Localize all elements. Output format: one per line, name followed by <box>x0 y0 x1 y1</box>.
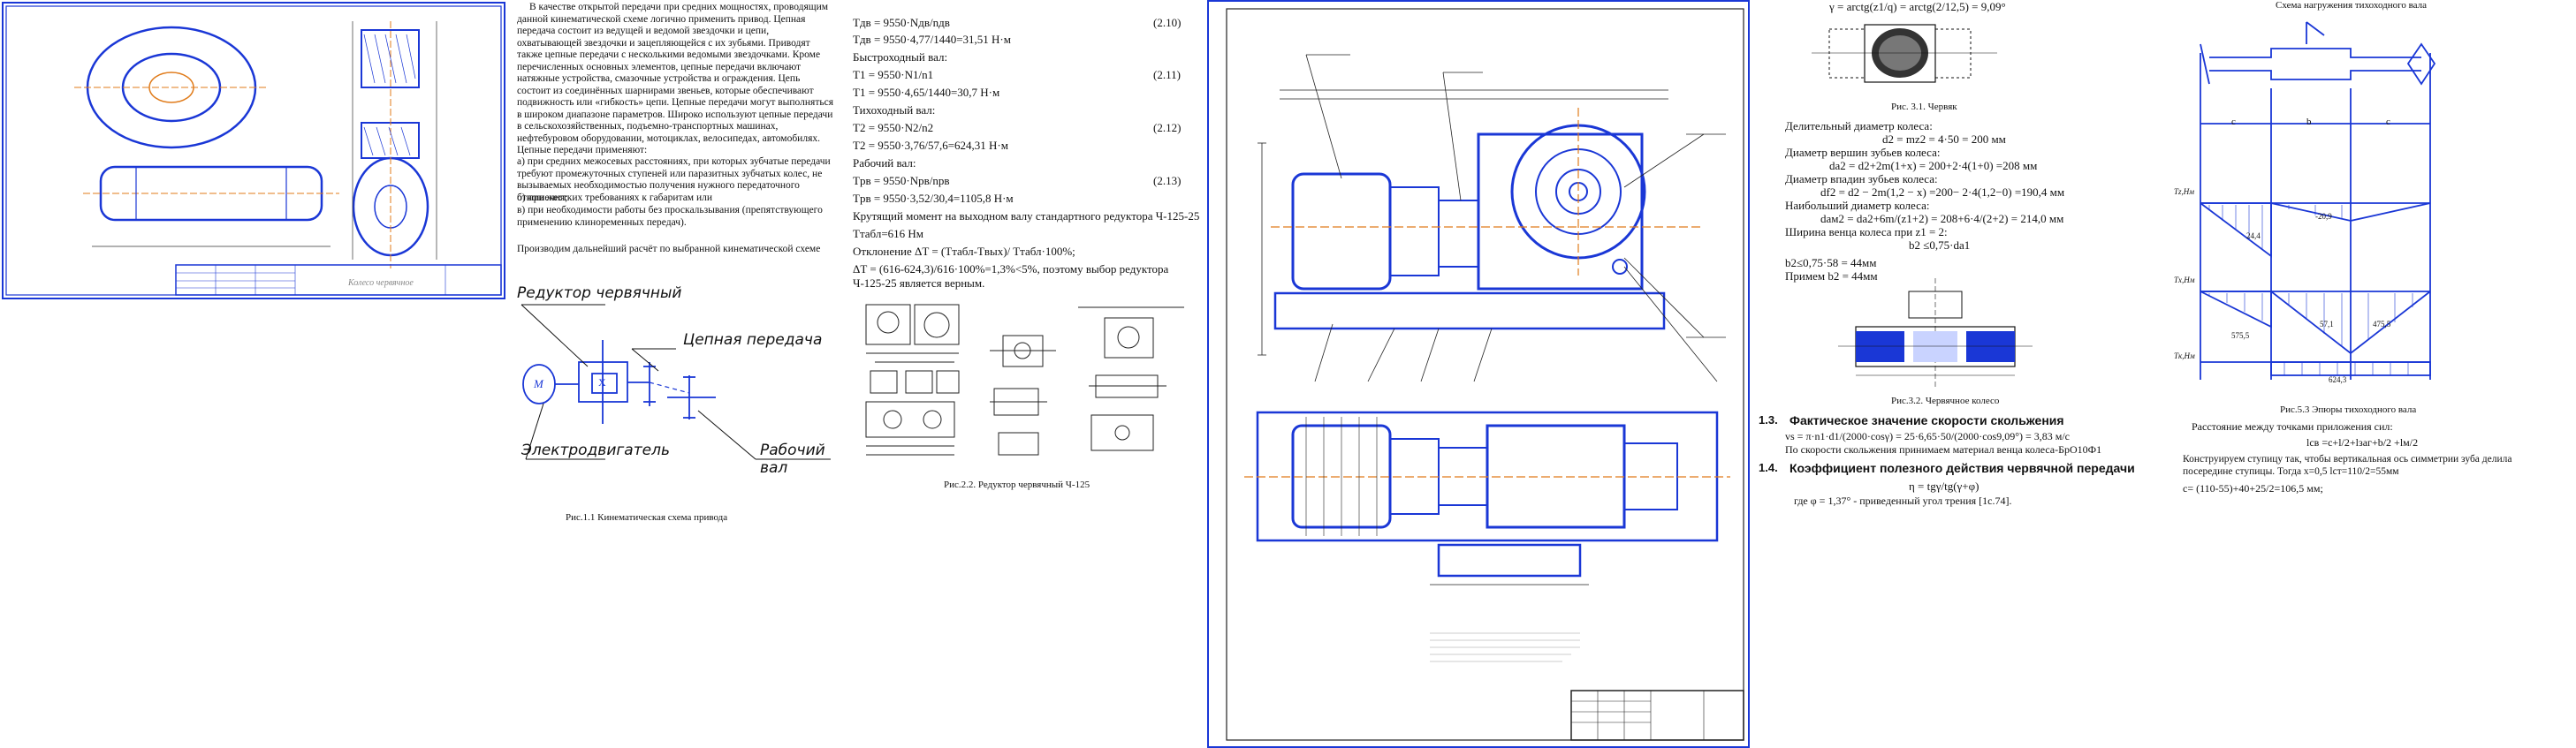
label-work-shaft: Рабочий вал <box>760 442 825 477</box>
calc-line: b2 ≤0,75·da1 <box>1909 238 1971 252</box>
panel-assembly-drawing <box>1207 0 1750 748</box>
moment-value: 624,3 <box>2329 375 2347 384</box>
figure-caption: Рис.2.2. Редуктор червячный Ч-125 <box>944 480 1090 490</box>
panel-torque-calculations: Tдв = 9550·Nдв/nдв (2.10) Tдв = 9550·4,7… <box>848 0 1200 565</box>
equation-number: (2.13) <box>1153 174 1182 187</box>
calc-line: c= (110-55)+40+25/2=106,5 мм; <box>2183 482 2323 495</box>
axis-label: Tк,Нм <box>2174 351 2195 360</box>
moment-value: 575,5 <box>2231 331 2250 340</box>
equation-number: (2.11) <box>1153 68 1181 81</box>
calc-line: ΔT = (616-624,3)/616·100%=1,3%<5%, поэто… <box>853 262 1169 290</box>
section-heading: Фактическое значение скорости скольжения <box>1790 413 2064 427</box>
calc-line: Tдв = 9550·4,77/1440=31,51 Н·м <box>853 33 1011 46</box>
moment-value: 24,4 <box>2246 231 2261 240</box>
text-paragraph: в) при необходимости работы без проскаль… <box>517 205 823 228</box>
calc-line: Диаметр вершин зубьев колеса: <box>1785 146 1941 159</box>
section-number: 1.3. <box>1759 413 1778 427</box>
label-motor-symbol: М <box>534 377 543 390</box>
load-diagrams <box>2200 21 2436 380</box>
calc-line: T1 = 9550·N1/n1 <box>853 68 934 81</box>
panel-worm-wheel-drawing: Колесо червячное <box>2 2 505 299</box>
label-reducer: Редуктор червячный <box>517 284 682 302</box>
calc-line: T1 = 9550·4,65/1440=30,7 Н·м <box>853 86 1000 99</box>
calc-line: Наибольший диаметр колеса: <box>1785 199 1930 212</box>
axis-label: Tz,Нм <box>2174 187 2195 196</box>
label-motor: Электродвигатель <box>521 442 670 459</box>
label-gear-symbol: X <box>598 376 606 389</box>
label-chain: Цепная передача <box>683 331 823 349</box>
worm-wheel-drawing <box>5 5 502 296</box>
figure-caption: Рис.3.2. Червячное колесо <box>1891 396 2000 406</box>
calc-line: Tрв = 9550·3,52/30,4=1105,8 Н·м <box>853 192 1014 205</box>
calc-line: T2 = 9550·N2/n2 <box>853 121 934 134</box>
calc-line: Делительный диаметр колеса: <box>1785 119 1933 132</box>
worm-figure <box>1812 24 1997 83</box>
moment-value: 475,5 <box>2373 320 2391 329</box>
figure-caption: Рис. 3.1. Червяк <box>1891 102 1957 112</box>
calc-line: Tдв = 9550·Nдв/nдв <box>853 16 950 29</box>
calc-line: d2 = mz2 = 4·50 = 200 мм <box>1882 132 2006 146</box>
section-heading: Коэффициент полезного действия червячной… <box>1790 461 2135 475</box>
calc-line: Ширина венца колеса при z1 = 2: <box>1785 225 1948 238</box>
axis-label: Tx,Нм <box>2174 276 2195 284</box>
panel-worm-gear-calculations: γ = arctg(z1/q) = arctg(2/12,5) = 9,09° … <box>1759 0 2165 565</box>
calc-line: Быстроходный вал: <box>853 50 948 64</box>
figure-caption: Рис.1.1 Кинематическая схема привода <box>566 512 728 523</box>
moment-value: -20,9 <box>2315 212 2332 221</box>
calc-line: Tтабл=616 Нм <box>853 227 924 240</box>
calc-line: Рабочий вал: <box>853 156 916 170</box>
calc-line: daм2 = da2+6m/(z1+2) = 208+6·4/(2+2) = 2… <box>1820 212 2064 225</box>
calc-line: η = tgγ/tg(γ+φ) <box>1909 480 1979 493</box>
calc-line: df2 = d2 − 2m(1,2 − x) =200− 2·4(1,2−0) … <box>1820 185 2065 199</box>
calc-line: Крутящий момент на выходном валу стандар… <box>853 209 1200 223</box>
panel-kinematic-scheme: В качестве открытой передачи при средних… <box>517 0 840 565</box>
calc-line: Диаметр впадин зубьев колеса: <box>1785 172 1938 185</box>
calc-line: Отклонение ΔT = (Tтабл-Tвых)/ Tтабл·100%… <box>853 245 1075 258</box>
stamp-text: Колесо червячное <box>348 278 414 288</box>
text-line: Расстояние между точками приложения сил: <box>2192 420 2393 433</box>
equation-number: (2.10) <box>1153 16 1182 29</box>
worm-wheel-figure <box>1838 278 2033 389</box>
segment-label: c <box>2386 117 2390 127</box>
moment-value: 57,1 <box>2320 320 2334 329</box>
calc-line: T2 = 9550·3,76/57,6=624,31 Н·м <box>853 139 1008 152</box>
drive-assembly <box>1226 8 1744 741</box>
reducer-drawing <box>865 304 1184 456</box>
text-paragraph: В качестве открытой передачи при средних… <box>517 2 833 155</box>
calc-line: b2≤0,75·58 = 44мм <box>1785 256 1877 269</box>
figure-caption: Рис.5.3 Эпюры тихоходного вала <box>2280 404 2417 415</box>
calc-line: где φ = 1,37° - приведенный угол трения … <box>1794 495 2012 507</box>
panel-shaft-diagrams: Схема нагружения тихоходного вала c b c … <box>2174 0 2572 565</box>
segment-label: b <box>2306 117 2312 127</box>
calc-line: Tрв = 9550·Nрв/nрв <box>853 174 950 187</box>
text-paragraph: Конструируем ступицу так, чтобы вертикал… <box>2183 454 2512 477</box>
section-number: 1.4. <box>1759 461 1778 474</box>
calc-line: lсв =c+l/2+lзаг+b/2 +lм/2 <box>2306 436 2419 449</box>
text-paragraph: Производим дальнейший расчёт по выбранно… <box>517 244 821 254</box>
equation-number: (2.12) <box>1153 121 1182 134</box>
calc-line: По скорости скольжения принимаем материа… <box>1785 443 2102 456</box>
segment-label: c <box>2231 117 2236 127</box>
text-paragraph: б) при жестких требованиях к габаритам и… <box>517 193 713 203</box>
calc-line: vs = π·n1·d1/(2000·cosγ) = 25·6,65·50/(2… <box>1785 430 2071 442</box>
calc-line: γ = arctg(z1/q) = arctg(2/12,5) = 9,09° <box>1829 0 2006 13</box>
calc-line: da2 = d2+2m(1+x) = 200+2·4(1+0) =208 мм <box>1829 159 2038 172</box>
calc-line: Тихоходный вал: <box>853 103 936 117</box>
